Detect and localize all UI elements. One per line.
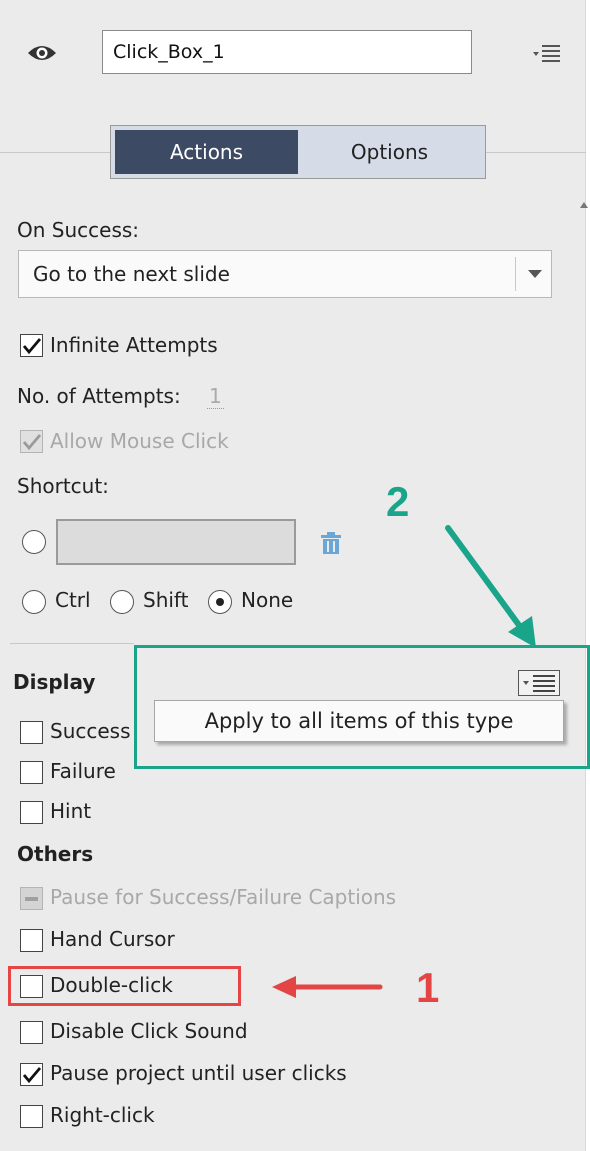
callout-arrows [272, 525, 536, 998]
callout-number-1: 1 [416, 964, 440, 1011]
arrow-head-icon [272, 976, 296, 998]
arrow-icon [445, 525, 527, 635]
callout-number-2: 2 [386, 478, 410, 525]
